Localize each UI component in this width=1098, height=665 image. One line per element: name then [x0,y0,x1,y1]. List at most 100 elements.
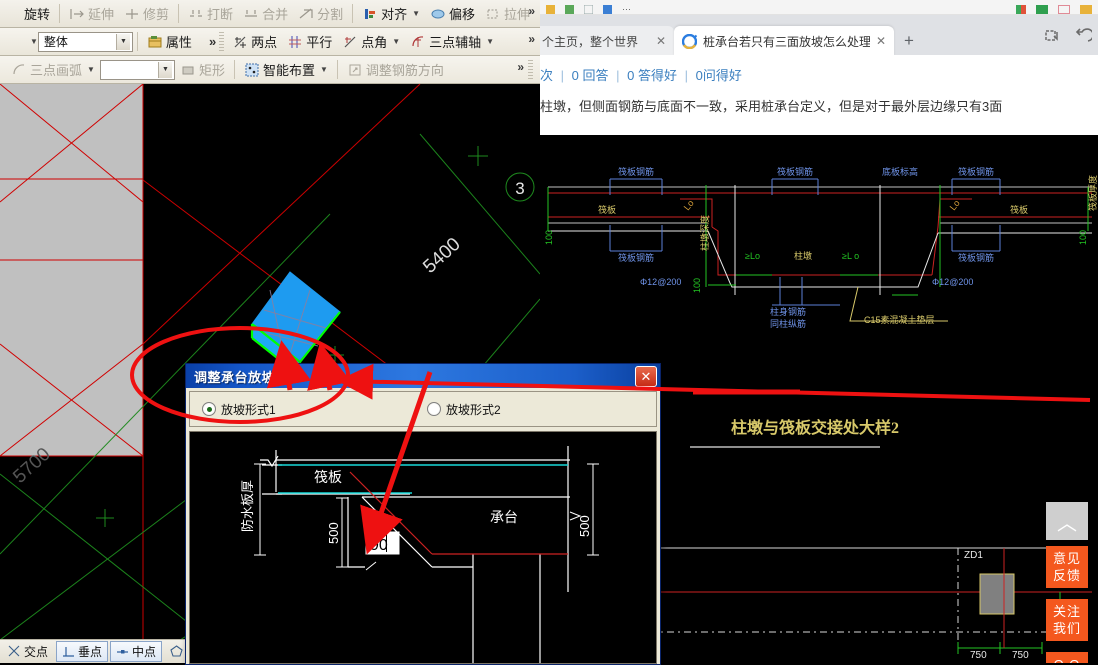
ribbon-rectangle-label: 矩形 [198,63,225,78]
back-to-top-button[interactable]: ︿ [1046,502,1088,540]
follow-us-line1: 关注 [1052,604,1081,619]
ribbon-three-point-axis-button[interactable]: 三点辅轴 ▼ [405,29,499,54]
dim-100-mid: 100 [692,278,702,293]
chevron-down-icon[interactable]: ▼ [87,65,95,74]
extension-icon[interactable] [1036,5,1048,14]
ribbon-break-button[interactable]: 打断 [183,1,238,26]
close-icon[interactable]: ✕ [876,34,886,48]
intersection-snap-icon [8,645,21,658]
answers-count[interactable]: 0 回答 [572,68,609,83]
browser-tab-inactive[interactable]: 个主页，整个世界 ✕ [540,26,674,56]
favorite-item[interactable] [546,5,555,14]
label-waterproof-thickness: 防水板厚 [240,480,255,532]
chevron-down-icon[interactable]: ▼ [392,37,400,46]
ribbon-two-point-button[interactable]: 两点 [227,29,282,54]
collect-page-icon[interactable] [1044,28,1063,50]
three-point-arc-icon [11,62,27,78]
ribbon-rebar-direction-button[interactable]: 调整钢筋方向 [342,57,449,82]
ribbon-smart-layout-button[interactable]: 智能布置 ▼ [239,57,333,82]
adjust-cap-slope-dialog[interactable]: 调整承台放坡 ✕ 放坡形式1 放坡形式2 防水板厚 500 500 筏板 承台 … [185,363,661,665]
label-rebar-spec-right: Φ12@200 [932,277,973,287]
snap-midpoint-button[interactable]: 中点 [110,641,163,662]
favorite-item[interactable] [603,5,612,14]
offset-icon [430,6,446,22]
chevron-down-icon[interactable]: ▼ [320,65,328,74]
label-bottom-elevation: 底板标高 [882,166,918,177]
slope-form-1-radio[interactable]: 放坡形式1 [202,401,427,418]
stat-separator: | [616,68,620,83]
extension-icon[interactable] [1016,5,1026,14]
stat-separator: | [684,68,688,83]
ribbon-rotate-button[interactable]: 旋转 [0,1,55,26]
browser-tab-title: 个主页，整个世界 [542,34,639,49]
good-answers-count[interactable]: 0 答得好 [627,68,677,83]
favorite-item[interactable] [565,5,574,14]
ribbon-row1-overflow-button[interactable]: » [528,4,535,18]
ribbon-stretch-button[interactable]: 拉伸 [480,1,535,26]
good-questions-count[interactable]: 0问得好 [696,68,742,83]
ribbon-parallel-button[interactable]: 平行 [282,29,337,54]
ribbon-point-angle-button[interactable]: 点角 ▼ [337,29,405,54]
slope-form-2-radio[interactable]: 放坡形式2 [427,401,501,418]
slope-form-1-label: 放坡形式1 [221,402,276,417]
label-raft-rebar-5: 筏板钢筋 [958,252,994,263]
new-tab-button[interactable]: + [894,26,924,56]
dim-100-left: 100 [544,230,554,245]
rotate-icon [5,6,21,22]
ribbon-separator [178,4,180,23]
label-pier-depth: 柱墩深度 [699,215,710,251]
ribbon-merge-button[interactable]: 合并 [238,1,293,26]
chevron-down-icon[interactable]: ▼ [115,33,130,50]
close-icon[interactable]: ✕ [635,365,657,387]
ribbon-row3-overflow-button[interactable]: » [517,60,524,74]
extension-icon[interactable] [1080,5,1092,14]
follow-us-widget[interactable]: 关注 我们 [1046,599,1088,641]
chevron-down-icon[interactable]: ▼ [30,37,38,46]
label-raft-right: 筏板 [1010,204,1028,215]
layout-combo[interactable]: ▼ [99,59,175,80]
qq-consult-widget[interactable]: Q Q 咨询 [1046,652,1088,663]
label-raft-thickness: 筏板厚度 [1087,175,1098,211]
favorite-item[interactable] [584,5,593,14]
snap-intersection-button[interactable]: 交点 [2,641,54,662]
ribbon-extend-label: 延伸 [88,7,115,22]
ribbon-row3-drag-handle[interactable] [528,60,533,79]
chevron-down-icon[interactable]: ▼ [486,37,494,46]
ribbon-trim-button[interactable]: 修剪 [119,1,174,26]
feedback-widget-line2: 反馈 [1052,568,1081,583]
merge-icon [243,6,259,22]
ribbon-rectangle-button[interactable]: 矩形 [175,57,230,82]
ribbon-extend-button[interactable]: 延伸 [64,1,119,26]
trim-icon [124,6,140,22]
ribbon-offset-button[interactable]: 偏移 [425,1,480,26]
ribbon-properties-label: 属性 [165,35,192,50]
dialog-diagram-canvas[interactable]: 防水板厚 500 500 筏板 承台 90 [189,431,657,664]
split-icon [298,6,314,22]
ribbon-row2-overflow-button[interactable]: » [528,32,535,46]
undo-close-icon[interactable] [1073,28,1094,50]
slope-value-input-text: 90 [370,537,388,554]
extend-icon [69,6,85,22]
ribbon-separator [233,60,235,79]
favorites-overflow[interactable]: ··· [622,4,631,14]
scope-combo[interactable]: 整体 ▼ [37,31,133,52]
browser-favorites-bar[interactable]: ··· [540,0,1098,15]
ribbon-split-button[interactable]: 分割 [293,1,348,26]
ribbon-merge-label: 合并 [262,7,289,22]
chevron-down-icon[interactable]: ▼ [157,61,172,78]
dim-right-500: 500 [577,515,592,537]
ribbon-properties-button[interactable]: 属性 [142,29,197,54]
extension-icon[interactable] [1058,5,1070,14]
ribbon-drag-handle[interactable] [219,32,225,51]
snap-perpendicular-button[interactable]: 垂点 [56,641,109,662]
feedback-widget[interactable]: 意见 反馈 [1046,546,1088,588]
ribbon-properties-overflow[interactable]: » [209,34,216,49]
close-icon[interactable]: ✕ [656,34,666,48]
label-raft-rebar-4: 筏板钢筋 [618,252,654,263]
ribbon-three-point-arc-button[interactable]: 三点画弧 ▼ [6,57,100,82]
chevron-down-icon[interactable]: ▼ [412,9,420,18]
ribbon-align-button[interactable]: 对齐 ▼ [357,1,425,26]
dialog-title-bar[interactable]: 调整承台放坡 ✕ [186,364,660,388]
browser-favicon [682,33,697,49]
browser-tab-active[interactable]: 桩承台若只有三面放坡怎么处理? ✕ [674,26,894,56]
